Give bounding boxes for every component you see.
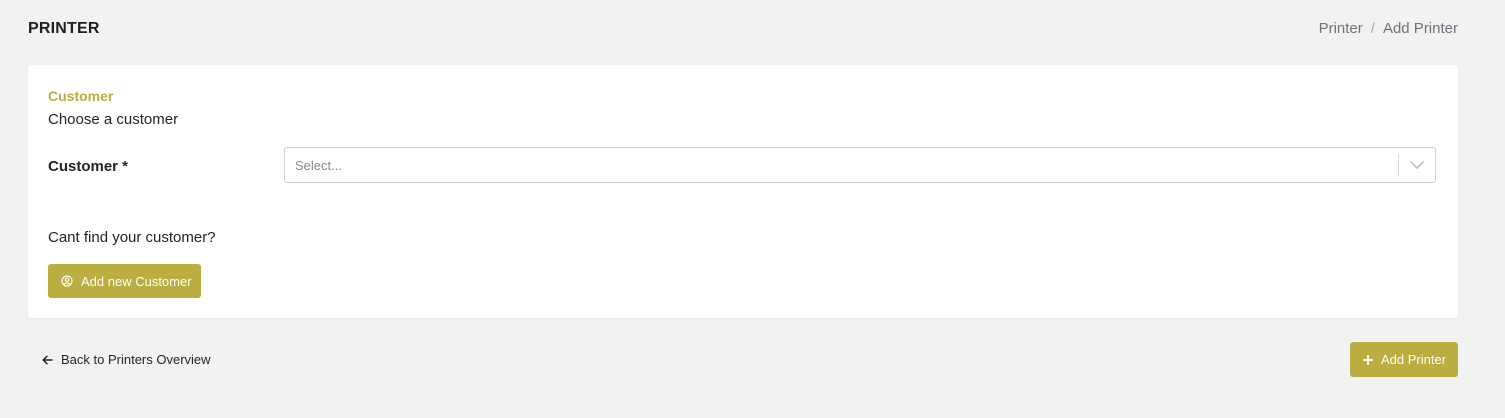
add-new-customer-button[interactable]: Add new Customer: [48, 264, 201, 298]
page-title: PRINTER: [28, 20, 100, 37]
breadcrumb: Printer / Add Printer: [1319, 20, 1458, 37]
customer-select[interactable]: Select...: [284, 147, 1436, 183]
user-circle-icon: [61, 275, 73, 287]
breadcrumb-separator: /: [1370, 20, 1375, 37]
breadcrumb-item-printer[interactable]: Printer: [1319, 20, 1363, 37]
arrow-left-icon: [42, 355, 53, 365]
cant-find-customer-text: Cant find your customer?: [48, 229, 216, 246]
chevron-down-icon[interactable]: [1399, 148, 1435, 182]
plus-icon: [1363, 354, 1373, 365]
add-printer-button[interactable]: Add Printer: [1350, 342, 1458, 377]
section-title: Customer: [48, 88, 114, 104]
customer-select-placeholder: Select...: [295, 157, 342, 173]
add-new-customer-label: Add new Customer: [81, 273, 192, 289]
section-subtitle: Choose a customer: [48, 111, 179, 128]
customer-card: Customer Choose a customer Customer * Se…: [28, 65, 1458, 318]
back-to-printers-label: Back to Printers Overview: [61, 352, 211, 367]
back-to-printers-link[interactable]: Back to Printers Overview: [42, 352, 211, 367]
customer-field-label: Customer *: [48, 158, 129, 175]
breadcrumb-item-add-printer: Add Printer: [1382, 20, 1458, 37]
add-printer-label: Add Printer: [1381, 352, 1447, 367]
